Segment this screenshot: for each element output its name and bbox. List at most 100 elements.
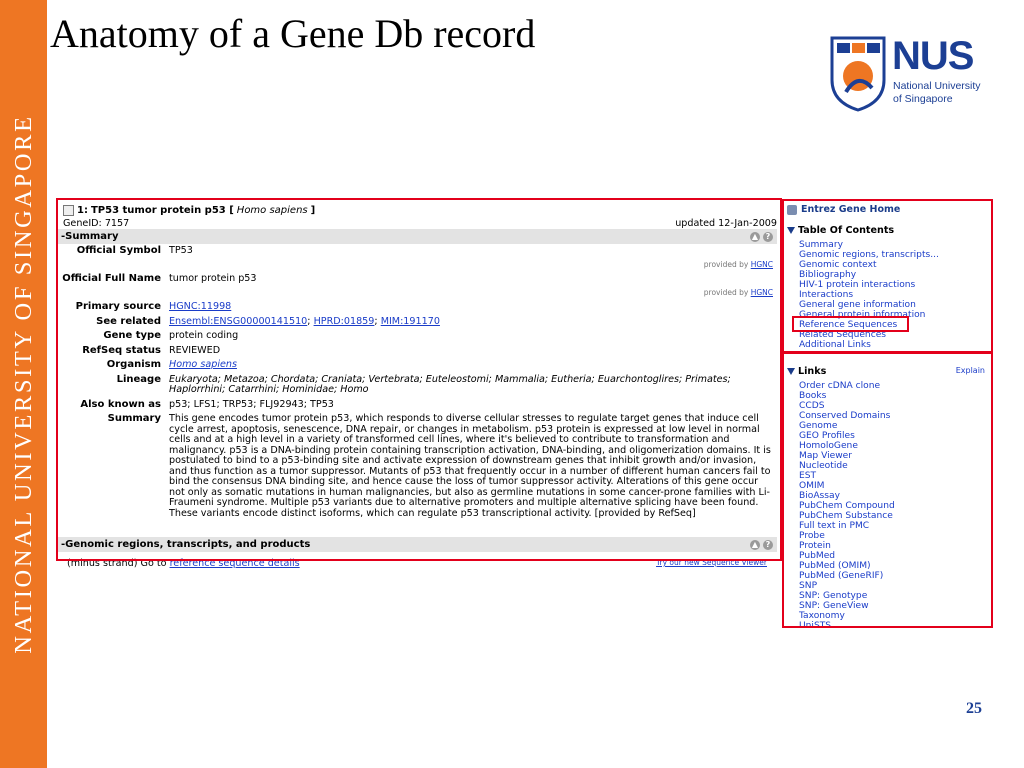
slide-title: Anatomy of a Gene Db record [50, 11, 536, 56]
link-item[interactable]: Genome [799, 421, 989, 431]
reference-sequence-link[interactable]: reference sequence details [170, 558, 300, 569]
genomic-section: -Genomic regions, transcripts, and produ… [57, 537, 777, 575]
table-row: Gene type protein coding [57, 329, 777, 344]
table-row: Official Full Name tumor protein p53 pro… [57, 272, 777, 300]
table-row: RefSeq status REVIEWED [57, 344, 777, 359]
help-icon[interactable]: ? [763, 231, 773, 242]
nus-logo: NUS National University of Singapore [830, 34, 990, 116]
link-item[interactable]: OMIM [799, 481, 989, 491]
link-item[interactable]: PubChem Substance [799, 511, 989, 521]
links-title: Links [798, 366, 827, 377]
summary-header-label: -Summary [61, 231, 119, 242]
record-name: TP53 tumor protein p53 [ [90, 205, 234, 216]
links-list: Order cDNA clone Books CCDS Conserved Do… [783, 381, 989, 631]
primary-source-link[interactable]: HGNC:11998 [169, 301, 231, 312]
toc-item[interactable]: Interactions [799, 290, 989, 300]
row-label: RefSeq status [82, 344, 161, 356]
links-box: Links Explain Order cDNA clone Books CCD… [783, 366, 989, 631]
page-number: 25 [966, 700, 982, 717]
provided-by: provided by [703, 259, 749, 269]
toc-item[interactable]: General protein information [799, 310, 989, 320]
side-band: NATIONAL UNIVERSITY OF SINGAPORE [0, 0, 47, 768]
link-item[interactable]: PubMed (OMIM) [799, 561, 989, 571]
official-full-name: tumor protein p53 [169, 273, 257, 284]
up-arrow-icon[interactable]: ▲ [750, 539, 760, 550]
toc-item-reference-sequences[interactable]: Reference Sequences [799, 320, 989, 330]
gene-id: GeneID: 7157 [63, 218, 130, 229]
toc-title-label: Table Of Contents [798, 225, 895, 236]
hgnc-link[interactable]: HGNC [751, 260, 773, 269]
summary-text: This gene encodes tumor protein p53, whi… [169, 413, 771, 519]
links-header: Links Explain [787, 366, 985, 377]
table-row: Organism Homo sapiens [57, 358, 777, 373]
toc-item[interactable]: Additional Links [799, 340, 989, 350]
genomic-text: (minus strand) Go to [67, 558, 167, 569]
toc-item[interactable]: General gene information [799, 300, 989, 310]
link-item[interactable]: Full text in PMC [799, 521, 989, 531]
record-organism: Homo sapiens [236, 205, 308, 216]
row-label: Official Full Name [62, 273, 161, 284]
hprd-link[interactable]: HPRD:01859 [314, 316, 375, 327]
toc-box: Entrez Gene Home Table Of Contents Summa… [783, 204, 989, 364]
gene-record-panel: 1: TP53 tumor protein p53 [ Homo sapiens… [57, 201, 777, 575]
nus-crest-icon [830, 36, 886, 112]
link-item[interactable]: Conserved Domains [799, 411, 989, 421]
genomic-section-header[interactable]: -Genomic regions, transcripts, and produ… [57, 537, 777, 552]
link-item[interactable]: Taxonomy [799, 611, 989, 621]
row-label: Gene type [103, 330, 161, 341]
row-label: Official Symbol [76, 245, 161, 256]
row-label: Summary [107, 413, 161, 424]
logo-line-2: of Singapore [893, 93, 953, 105]
record-checkbox[interactable] [63, 205, 74, 216]
link-item[interactable]: Protein [799, 541, 989, 551]
toc-item[interactable]: HIV-1 protein interactions [799, 280, 989, 290]
link-item[interactable]: SNP: Genotype [799, 591, 989, 601]
link-item[interactable]: GEO Profiles [799, 431, 989, 441]
link-item[interactable]: SNP: GeneView [799, 601, 989, 611]
link-item[interactable]: Order cDNA clone [799, 381, 989, 391]
record-index: 1: [77, 205, 88, 216]
toc-item[interactable]: Genomic regions, transcripts... [799, 250, 989, 260]
toc-item[interactable]: Summary [799, 240, 989, 250]
link-item[interactable]: Map Viewer [799, 451, 989, 461]
link-item[interactable]: PubChem Compound [799, 501, 989, 511]
ensembl-link[interactable]: Ensembl:ENSG00000141510 [169, 316, 307, 327]
link-item[interactable]: Books [799, 391, 989, 401]
link-item[interactable]: UniSTS [799, 621, 989, 631]
link-item[interactable]: PubMed (GeneRIF) [799, 571, 989, 581]
row-label: Also known as [80, 398, 161, 410]
entrez-home-link[interactable]: Entrez Gene Home [787, 204, 989, 215]
link-item[interactable]: PubMed [799, 551, 989, 561]
link-item[interactable]: SNP [799, 581, 989, 591]
row-label: Lineage [116, 373, 161, 385]
side-band-text: NATIONAL UNIVERSITY OF SINGAPORE [9, 114, 37, 654]
link-item[interactable]: Probe [799, 531, 989, 541]
link-item[interactable]: EST [799, 471, 989, 481]
up-arrow-icon[interactable]: ▲ [750, 231, 760, 242]
lineage: Eukaryota; Metazoa; Chordata; Craniata; … [169, 373, 731, 395]
table-row: Official Symbol TP53 provided by HGNC [57, 244, 777, 272]
link-item[interactable]: CCDS [799, 401, 989, 411]
toc-item[interactable]: Related Sequences [799, 330, 989, 340]
entrez-home-label: Entrez Gene Home [801, 204, 901, 215]
hgnc-link[interactable]: HGNC [751, 288, 773, 297]
explain-link[interactable]: Explain [956, 366, 985, 377]
help-icon[interactable]: ? [763, 539, 773, 550]
summary-section-header[interactable]: -Summary ▲? [57, 229, 777, 244]
toc-item[interactable]: Genomic context [799, 260, 989, 270]
gene-type: protein coding [169, 330, 239, 341]
updated-date: updated 12-Jan-2009 [675, 218, 777, 229]
toc-title[interactable]: Table Of Contents [787, 225, 989, 236]
table-row: Summary This gene encodes tumor protein … [57, 412, 777, 521]
row-label: Organism [106, 359, 161, 370]
toc-list: Summary Genomic regions, transcripts... … [783, 240, 989, 350]
link-item[interactable]: HomoloGene [799, 441, 989, 451]
sequence-viewer-link[interactable]: Try our new Sequence Viewer [656, 558, 767, 569]
mim-link[interactable]: MIM:191170 [381, 316, 440, 327]
home-icon [787, 204, 797, 215]
table-row: See related Ensembl:ENSG00000141510; HPR… [57, 315, 777, 330]
link-item[interactable]: Nucleotide [799, 461, 989, 471]
link-item[interactable]: BioAssay [799, 491, 989, 501]
organism-link[interactable]: Homo sapiens [169, 359, 237, 370]
toc-item[interactable]: Bibliography [799, 270, 989, 280]
